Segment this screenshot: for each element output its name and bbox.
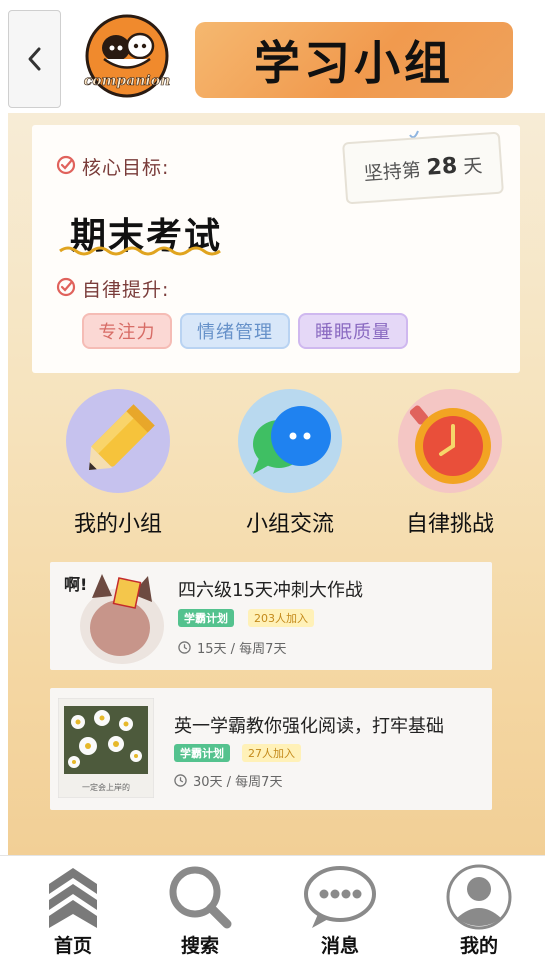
companion-logo: companion — [82, 14, 172, 98]
wavy-underline — [59, 246, 221, 256]
bottom-nav: 首页 搜索 消息 我的 — [0, 855, 545, 963]
plan-meta: 15天 / 每周7天 — [178, 638, 286, 657]
nav-home[interactable]: 首页 — [28, 864, 118, 960]
streak-prefix: 坚持第 — [363, 158, 422, 185]
self-discipline-label: 自律提升: — [82, 279, 170, 301]
nav-label: 我的 — [459, 935, 498, 957]
check-circle-icon — [56, 155, 76, 175]
plan-joined: 203人加入 — [248, 609, 314, 627]
tag-sleep[interactable]: 睡眠质量 — [298, 313, 408, 349]
svg-text:companion: companion — [84, 73, 171, 89]
header: companion 学习小组 — [0, 0, 545, 113]
plan-card[interactable]: 一定会上岸的 英一学霸教你强化阅读，打牢基础 学霸计划 27人加入 30天 / … — [50, 688, 492, 810]
streak-suffix: 天 — [462, 154, 484, 178]
nav-label: 首页 — [53, 935, 92, 957]
message-icon — [304, 866, 376, 928]
feature-label: 小组交流 — [245, 512, 334, 537]
stopwatch-icon — [398, 389, 502, 493]
svg-text:啊!: 啊! — [64, 575, 87, 594]
main-content: 核心目标: 期末考试 坚持第 28 天 自律提升: 专注力 情绪管理 睡眠质量 — [8, 113, 545, 855]
clock-icon — [178, 641, 191, 654]
chevron-left-icon — [28, 47, 40, 71]
plan-meta: 30天 / 每周7天 — [174, 771, 282, 790]
plan-badge: 学霸计划 — [178, 609, 234, 627]
plan-meta-text: 15天 / 每周7天 — [197, 642, 287, 657]
feature-challenge[interactable]: 自律挑战 — [380, 388, 520, 537]
core-goal-label: 核心目标: — [82, 157, 170, 179]
plan-joined: 27人加入 — [242, 744, 301, 762]
nav-profile[interactable]: 我的 — [434, 864, 524, 960]
page-title: 学习小组 — [254, 36, 454, 90]
pencil-icon — [66, 389, 170, 493]
streak-days: 28 — [425, 153, 459, 181]
feature-my-group[interactable]: 我的小组 — [48, 388, 188, 537]
nav-messages[interactable]: 消息 — [295, 864, 385, 960]
feature-label: 自律挑战 — [405, 512, 494, 537]
plan-title: 英一学霸教你强化阅读，打牢基础 — [174, 716, 444, 737]
profile-icon — [446, 864, 512, 930]
page-title-banner: 学习小组 — [195, 22, 513, 98]
nav-label: 搜索 — [180, 935, 219, 957]
chat-icon — [238, 389, 342, 493]
flower-photo-thumbnail: 一定会上岸的 — [58, 698, 154, 798]
back-button[interactable] — [8, 10, 61, 108]
plan-meta-text: 30天 / 每周7天 — [193, 775, 283, 790]
plan-card[interactable]: 啊! 四六级15天冲刺大作战 学霸计划 203人加入 15天 / 每周7天 — [50, 562, 492, 670]
feature-group-chat[interactable]: 小组交流 — [220, 388, 360, 537]
tag-focus[interactable]: 专注力 — [82, 313, 172, 349]
streak-sticker: 坚持第 28 天 — [342, 131, 504, 205]
cat-thumbnail: 啊! — [58, 568, 166, 664]
check-circle-icon — [56, 277, 76, 297]
clock-icon — [174, 774, 187, 787]
goal-card: 核心目标: 期末考试 坚持第 28 天 自律提升: 专注力 情绪管理 睡眠质量 — [32, 125, 520, 373]
feature-label: 我的小组 — [73, 512, 162, 537]
plan-title: 四六级15天冲刺大作战 — [178, 580, 363, 601]
home-chevrons-icon — [49, 868, 97, 928]
nav-search[interactable]: 搜索 — [155, 864, 245, 960]
search-icon — [169, 866, 232, 929]
plan-badge: 学霸计划 — [174, 744, 230, 762]
nav-label: 消息 — [320, 935, 359, 957]
tag-emotion[interactable]: 情绪管理 — [180, 313, 290, 349]
svg-text:一定会上岸的: 一定会上岸的 — [82, 782, 130, 792]
